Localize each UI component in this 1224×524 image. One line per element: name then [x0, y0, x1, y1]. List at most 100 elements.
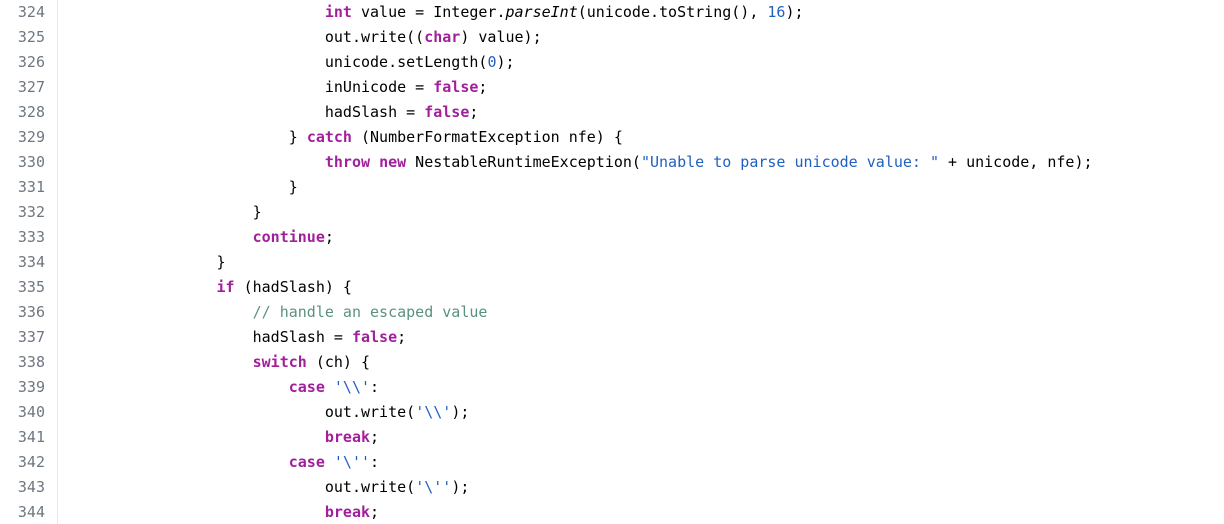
- code-token: (NumberFormatException nfe) {: [352, 128, 623, 146]
- code-token: '\\': [334, 378, 370, 396]
- line-number: 338: [0, 350, 58, 375]
- line-number: 327: [0, 75, 58, 100]
- line-number: 330: [0, 150, 58, 175]
- code-token: value = Integer.: [352, 3, 506, 21]
- code-token: + unicode, nfe);: [939, 153, 1093, 171]
- line-number: 336: [0, 300, 58, 325]
- line-number: 329: [0, 125, 58, 150]
- code-token: catch: [307, 128, 352, 146]
- code-token: throw: [325, 153, 370, 171]
- line-number: 328: [0, 100, 58, 125]
- code-line: 340 out.write('\\');: [0, 400, 1224, 425]
- line-content: }: [58, 200, 262, 225]
- code-token: false: [433, 78, 478, 96]
- code-token: ;: [397, 328, 406, 346]
- line-content: out.write('\'');: [58, 475, 469, 500]
- code-token: out.write(: [325, 478, 415, 496]
- line-content: case '\\':: [58, 375, 379, 400]
- code-token: break: [325, 428, 370, 446]
- code-line: 332 }: [0, 200, 1224, 225]
- line-content: int value = Integer.parseInt(unicode.toS…: [58, 0, 804, 25]
- code-line: 341 break;: [0, 425, 1224, 450]
- line-number: 342: [0, 450, 58, 475]
- code-token: );: [785, 3, 803, 21]
- code-token: // handle an escaped value: [253, 303, 488, 321]
- code-line: 331 }: [0, 175, 1224, 200]
- line-number: 340: [0, 400, 58, 425]
- code-token: 16: [767, 3, 785, 21]
- code-token: hadSlash =: [325, 103, 424, 121]
- line-content: switch (ch) {: [58, 350, 370, 375]
- line-number: 339: [0, 375, 58, 400]
- code-token: "Unable to parse unicode value: ": [641, 153, 939, 171]
- code-token: }: [253, 203, 262, 221]
- code-token: char: [424, 28, 460, 46]
- line-number: 343: [0, 475, 58, 500]
- line-number: 332: [0, 200, 58, 225]
- code-token: parseInt: [506, 3, 578, 21]
- line-content: break;: [58, 425, 379, 450]
- code-token: unicode.setLength(: [325, 53, 488, 71]
- code-token: }: [217, 253, 226, 271]
- code-token: }: [289, 128, 307, 146]
- code-token: );: [451, 478, 469, 496]
- line-content: out.write((char) value);: [58, 25, 542, 50]
- code-token: ;: [370, 503, 379, 521]
- code-line: 336 // handle an escaped value: [0, 300, 1224, 325]
- code-token: :: [370, 453, 379, 471]
- code-line: 333 continue;: [0, 225, 1224, 250]
- code-token: case: [289, 453, 325, 471]
- line-number: 326: [0, 50, 58, 75]
- code-token: NestableRuntimeException(: [406, 153, 641, 171]
- line-number: 344: [0, 500, 58, 524]
- code-token: :: [370, 378, 379, 396]
- code-token: int: [325, 3, 352, 21]
- line-content: }: [58, 175, 298, 200]
- line-number: 334: [0, 250, 58, 275]
- code-token: break: [325, 503, 370, 521]
- code-token: '\\': [415, 403, 451, 421]
- code-token: '\'': [415, 478, 451, 496]
- line-content: break;: [58, 500, 379, 524]
- code-line: 339 case '\\':: [0, 375, 1224, 400]
- code-token: false: [424, 103, 469, 121]
- code-token: }: [289, 178, 298, 196]
- line-number: 337: [0, 325, 58, 350]
- code-token: [325, 453, 334, 471]
- line-content: } catch (NumberFormatException nfe) {: [58, 125, 623, 150]
- code-line: 337 hadSlash = false;: [0, 325, 1224, 350]
- code-token: continue: [253, 228, 325, 246]
- code-line: 325 out.write((char) value);: [0, 25, 1224, 50]
- code-token: case: [289, 378, 325, 396]
- code-line: 330 throw new NestableRuntimeException("…: [0, 150, 1224, 175]
- code-token: inUnicode =: [325, 78, 433, 96]
- code-token: ;: [370, 428, 379, 446]
- code-token: '\'': [334, 453, 370, 471]
- line-number: 324: [0, 0, 58, 25]
- code-token: if: [217, 278, 235, 296]
- code-token: ;: [478, 78, 487, 96]
- line-content: if (hadSlash) {: [58, 275, 352, 300]
- code-token: );: [451, 403, 469, 421]
- code-line: 338 switch (ch) {: [0, 350, 1224, 375]
- code-token: [325, 378, 334, 396]
- line-content: throw new NestableRuntimeException("Unab…: [58, 150, 1093, 175]
- line-content: continue;: [58, 225, 334, 250]
- code-line: 329 } catch (NumberFormatException nfe) …: [0, 125, 1224, 150]
- code-token: ;: [325, 228, 334, 246]
- code-line: 343 out.write('\'');: [0, 475, 1224, 500]
- code-token: (ch) {: [307, 353, 370, 371]
- line-number: 333: [0, 225, 58, 250]
- code-token: out.write((: [325, 28, 424, 46]
- line-content: hadSlash = false;: [58, 100, 478, 125]
- code-token: [370, 153, 379, 171]
- code-token: hadSlash =: [253, 328, 352, 346]
- code-line: 328 hadSlash = false;: [0, 100, 1224, 125]
- code-line: 342 case '\'':: [0, 450, 1224, 475]
- code-line: 335 if (hadSlash) {: [0, 275, 1224, 300]
- code-token: (unicode.toString(),: [578, 3, 768, 21]
- code-token: switch: [253, 353, 307, 371]
- code-viewer: 324 int value = Integer.parseInt(unicode…: [0, 0, 1224, 524]
- line-content: case '\'':: [58, 450, 379, 475]
- code-line: 326 unicode.setLength(0);: [0, 50, 1224, 75]
